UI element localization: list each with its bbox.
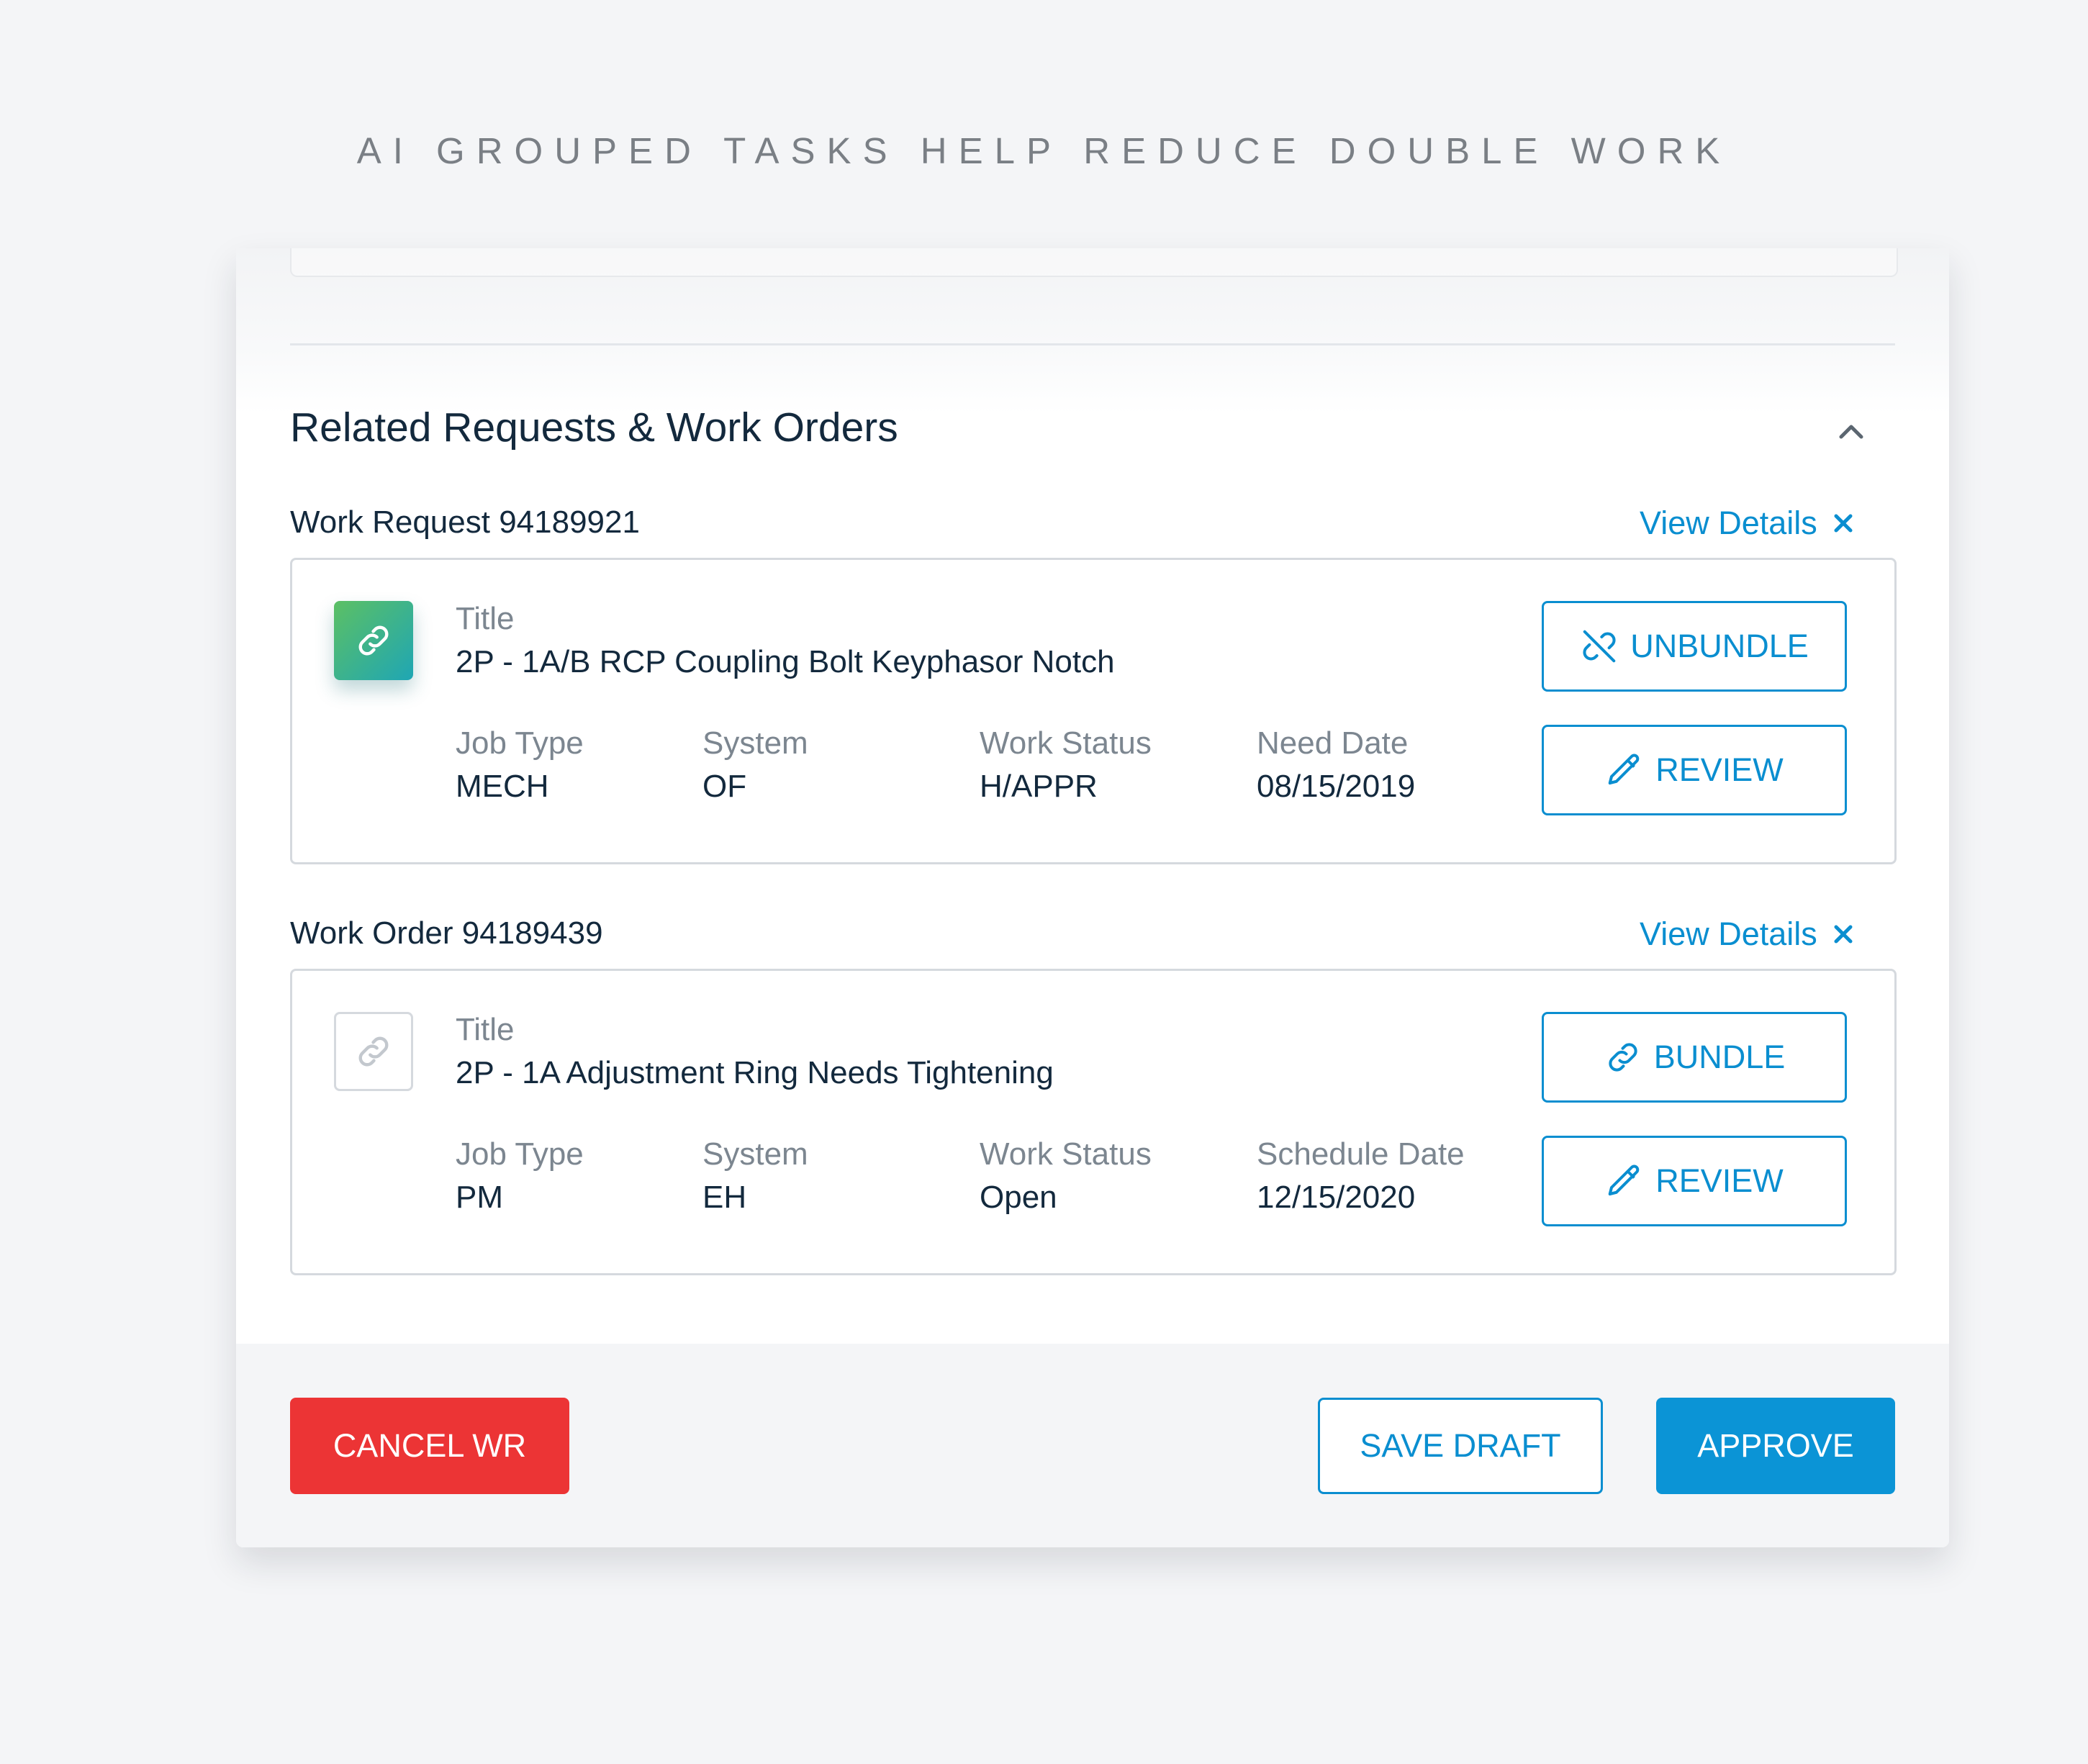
- save-draft-button[interactable]: SAVE DRAFT: [1318, 1398, 1603, 1494]
- review-label: REVIEW: [1655, 1162, 1784, 1199]
- unlink-icon: [1583, 630, 1616, 663]
- cancel-wr-button[interactable]: CANCEL WR: [290, 1398, 569, 1494]
- job-type-value: PM: [456, 1180, 503, 1215]
- work-status-label: Work Status: [980, 1136, 1152, 1172]
- view-details-label: View Details: [1640, 505, 1817, 541]
- review-button[interactable]: REVIEW: [1542, 725, 1847, 815]
- schedule-date-value: 12/15/2020: [1257, 1180, 1416, 1215]
- work-status-value: H/APPR: [980, 769, 1098, 804]
- need-date-value: 08/15/2019: [1257, 769, 1416, 804]
- title-label: Title: [456, 1012, 515, 1047]
- close-icon[interactable]: [1833, 513, 1853, 533]
- work-order-card: Title 2P - 1A Adjustment Ring Needs Tigh…: [290, 969, 1897, 1275]
- work-status-value: Open: [980, 1180, 1057, 1215]
- unbundle-label: UNBUNDLE: [1630, 628, 1809, 664]
- page-caption: AI GROUPED TASKS HELP REDUCE DOUBLE WORK: [356, 130, 1732, 171]
- section-divider: [290, 343, 1895, 345]
- review-label: REVIEW: [1655, 751, 1784, 788]
- job-type-label: Job Type: [456, 725, 584, 761]
- work-request-panel: Related Requests & Work Orders Work Requ…: [236, 248, 1949, 1547]
- pencil-icon: [1608, 1164, 1640, 1196]
- pencil-icon: [1608, 754, 1640, 785]
- unbundle-button[interactable]: UNBUNDLE: [1542, 601, 1847, 692]
- item-title: 2P - 1A/B RCP Coupling Bolt Keyphasor No…: [456, 644, 1115, 679]
- review-button[interactable]: REVIEW: [1542, 1136, 1847, 1226]
- schedule-date-label: Schedule Date: [1257, 1136, 1465, 1172]
- work-order-heading: Work Order 94189439: [290, 915, 603, 951]
- bundle-label: BUNDLE: [1653, 1039, 1786, 1075]
- section-title: Related Requests & Work Orders: [290, 404, 898, 451]
- job-type-value: MECH: [456, 769, 549, 804]
- need-date-label: Need Date: [1257, 725, 1409, 761]
- system-label: System: [702, 725, 808, 761]
- job-type-label: Job Type: [456, 1136, 584, 1172]
- work-status-label: Work Status: [980, 725, 1152, 761]
- system-label: System: [702, 1136, 808, 1172]
- view-details-link[interactable]: View Details: [1640, 502, 1853, 545]
- unbundled-badge: [334, 1012, 413, 1091]
- link-icon: [358, 625, 389, 656]
- system-value: OF: [702, 769, 747, 804]
- close-icon[interactable]: [1833, 924, 1853, 944]
- view-details-link[interactable]: View Details: [1640, 913, 1853, 956]
- action-footer: CANCEL WR SAVE DRAFT APPROVE: [236, 1344, 1949, 1547]
- system-value: EH: [702, 1180, 747, 1215]
- title-label: Title: [456, 601, 515, 636]
- view-details-label: View Details: [1640, 915, 1817, 952]
- item-title: 2P - 1A Adjustment Ring Needs Tightening: [456, 1055, 1054, 1090]
- work-request-heading: Work Request 94189921: [290, 505, 640, 540]
- bundled-badge: [334, 601, 413, 680]
- bundle-button[interactable]: BUNDLE: [1542, 1012, 1847, 1103]
- approve-button[interactable]: APPROVE: [1656, 1398, 1895, 1494]
- link-icon: [358, 1036, 389, 1067]
- link-icon: [1609, 1043, 1637, 1072]
- chevron-up-icon[interactable]: [1835, 415, 1867, 447]
- previous-section-panel: [290, 248, 1898, 277]
- work-request-card: Title 2P - 1A/B RCP Coupling Bolt Keypha…: [290, 558, 1897, 864]
